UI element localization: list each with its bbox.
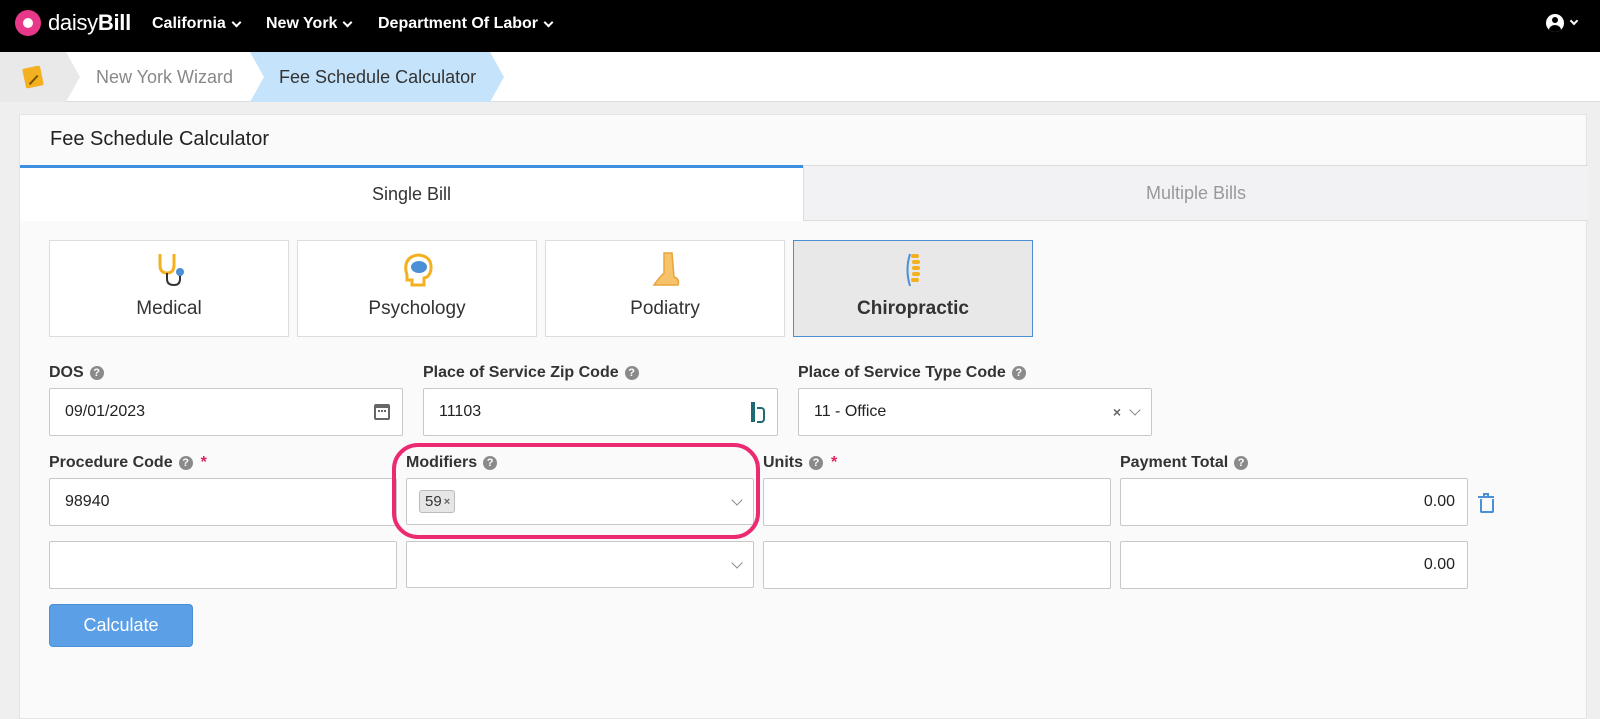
- payment-total-input: 0.00: [1120, 478, 1468, 526]
- chevron-down-icon[interactable]: [1129, 404, 1141, 416]
- chevron-down-icon: [1569, 16, 1579, 26]
- nav-california-label: California: [152, 15, 226, 32]
- logo-text: daisyBill: [48, 10, 131, 35]
- calendar-icon[interactable]: [374, 404, 390, 420]
- modifiers-label: Modifiers?: [406, 454, 498, 472]
- nav-dol-label: Department Of Labor: [378, 15, 539, 32]
- breadcrumb-separator: [66, 52, 80, 102]
- units-label: Units? *: [763, 454, 837, 472]
- specialty-card-chiropractic[interactable]: Chiropractic: [793, 240, 1033, 337]
- required-marker: *: [831, 454, 838, 471]
- specialty-card-psychology[interactable]: Psychology: [297, 240, 537, 337]
- specialty-label: Podiatry: [630, 298, 700, 319]
- pos-type-label: Place of Service Type Code?: [798, 364, 1026, 382]
- help-icon[interactable]: ?: [624, 366, 639, 380]
- breadcrumb-new-york-wizard[interactable]: New York Wizard: [96, 67, 233, 88]
- clear-icon[interactable]: ×: [1113, 404, 1121, 420]
- specialty-label: Medical: [136, 298, 202, 319]
- dos-label: DOS?: [49, 364, 104, 382]
- spine-icon: [906, 253, 920, 287]
- zip-lookup-icon[interactable]: [751, 402, 765, 423]
- help-icon[interactable]: ?: [1011, 366, 1026, 380]
- stethoscope-icon: [158, 254, 184, 287]
- chevron-down-icon[interactable]: [731, 493, 743, 506]
- procedure-code-input[interactable]: [49, 541, 397, 589]
- zip-input[interactable]: 11103: [423, 388, 778, 436]
- payment-total-value: 0.00: [1423, 556, 1455, 573]
- specialty-label: Psychology: [368, 298, 466, 319]
- payment-total-input: 0.00: [1120, 541, 1468, 589]
- modifier-tag-label: 59: [425, 493, 442, 510]
- breadcrumb: New York Wizard Fee Schedule Calculator: [0, 52, 1600, 102]
- help-icon[interactable]: ?: [809, 456, 823, 470]
- payment-total-value: 0.00: [1423, 493, 1455, 510]
- chevron-down-icon: [342, 17, 353, 27]
- page-title: Fee Schedule Calculator: [50, 128, 270, 150]
- daisy-flower-icon: [15, 10, 41, 36]
- foot-icon: [652, 252, 680, 286]
- required-marker: *: [200, 454, 207, 471]
- units-label-text: Units: [763, 454, 803, 471]
- payment-label-text: Payment Total: [1120, 454, 1229, 471]
- user-menu[interactable]: [1546, 14, 1579, 32]
- pos-type-value: 11 - Office: [814, 403, 887, 420]
- chevron-down-icon: [231, 17, 242, 27]
- procedure-code-input[interactable]: 98940: [49, 478, 397, 526]
- wizard-icon: [22, 65, 44, 89]
- nav-new-york-label: New York: [266, 15, 338, 32]
- chevron-down-icon[interactable]: [731, 556, 743, 569]
- procedure-code-value: 98940: [65, 493, 110, 510]
- dos-input[interactable]: 09/01/2023: [49, 388, 403, 436]
- breadcrumb-separator: [250, 52, 264, 102]
- specialty-label: Chiropractic: [857, 298, 969, 319]
- breadcrumb-fee-schedule-calculator: Fee Schedule Calculator: [279, 67, 477, 87]
- units-input[interactable]: [763, 541, 1111, 589]
- help-icon[interactable]: ?: [483, 456, 498, 470]
- modifiers-tags: 59 ×: [419, 490, 733, 513]
- trash-lid: [1483, 493, 1489, 496]
- tab-single-bill[interactable]: Single Bill: [20, 165, 803, 221]
- top-navbar: daisyBill California New York Department…: [0, 0, 1600, 52]
- brain-icon: [404, 253, 433, 287]
- help-icon[interactable]: ?: [178, 456, 193, 470]
- tab-multiple-bills[interactable]: Multiple Bills: [803, 165, 1588, 221]
- remove-tag-icon[interactable]: ×: [444, 496, 450, 508]
- chevron-down-icon: [543, 17, 554, 27]
- modifier-tag: 59 ×: [419, 490, 456, 513]
- daisybill-logo[interactable]: daisyBill: [15, 10, 131, 36]
- dos-value: 09/01/2023: [65, 403, 146, 420]
- user-avatar-icon: [1546, 14, 1564, 32]
- zip-value: 11103: [439, 403, 482, 420]
- trash-icon[interactable]: [1478, 494, 1494, 513]
- procedure-code-label: Procedure Code? *: [49, 454, 207, 472]
- units-input[interactable]: [763, 478, 1111, 526]
- breadcrumb-active-tip: [490, 52, 504, 102]
- help-icon[interactable]: ?: [89, 366, 104, 380]
- specialty-card-podiatry[interactable]: Podiatry: [545, 240, 785, 337]
- modifiers-label-text: Modifiers: [406, 454, 478, 471]
- procedure-label-text: Procedure Code: [49, 454, 173, 471]
- specialty-card-medical[interactable]: Medical: [49, 240, 289, 337]
- modifiers-select[interactable]: 59 ×: [406, 478, 754, 525]
- pos-type-select[interactable]: 11 - Office ×: [798, 388, 1152, 436]
- modifiers-select[interactable]: [406, 541, 754, 588]
- zip-label: Place of Service Zip Code?: [423, 364, 639, 382]
- nav-department-of-labor[interactable]: Department Of Labor: [378, 13, 554, 35]
- help-icon[interactable]: ?: [1234, 456, 1249, 470]
- nav-new-york[interactable]: New York: [266, 13, 353, 35]
- pos-type-label-text: Place of Service Type Code: [798, 364, 1006, 381]
- dos-label-text: DOS: [49, 364, 84, 381]
- zip-label-text: Place of Service Zip Code: [423, 364, 619, 381]
- nav-california[interactable]: California: [152, 13, 242, 35]
- calculate-button[interactable]: Calculate: [49, 604, 193, 647]
- breadcrumb-home[interactable]: [0, 52, 66, 102]
- payment-total-label: Payment Total?: [1120, 454, 1249, 472]
